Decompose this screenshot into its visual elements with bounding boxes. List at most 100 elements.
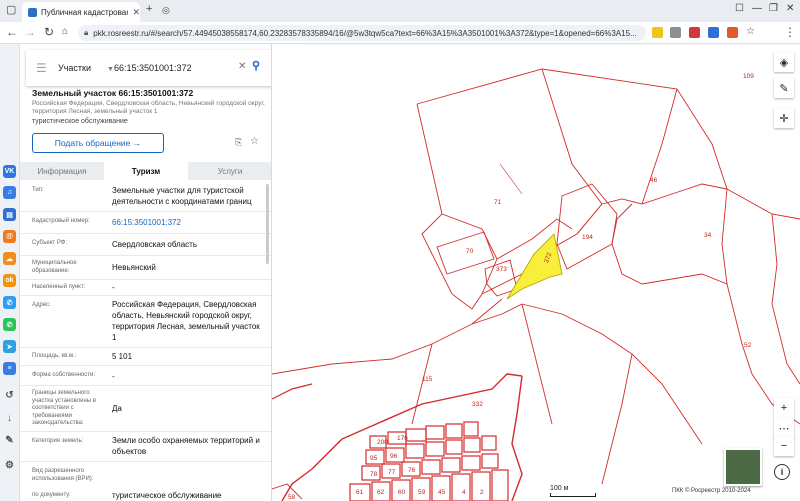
forward-icon[interactable]: →	[24, 25, 36, 39]
parcel-block[interactable]	[425, 441, 445, 457]
parcel-block[interactable]	[491, 469, 509, 501]
list-icon[interactable]: ≡	[3, 362, 16, 375]
search-icon[interactable]: ⚲	[252, 59, 260, 72]
parcel-label-76: 76	[408, 467, 416, 474]
parcel-block[interactable]	[421, 459, 441, 475]
search-input[interactable]	[114, 58, 234, 78]
stats-icon[interactable]: ▤	[3, 208, 16, 221]
tab-information[interactable]: Информация	[20, 162, 104, 180]
selected-parcel-372[interactable]	[506, 233, 563, 300]
history-icon[interactable]: ↺	[3, 389, 16, 402]
more-options-icon[interactable]: ⋯	[774, 418, 794, 438]
address-bar[interactable]: 🔒︎ pkk.rosreestr.ru/#/search/57.44945038…	[78, 25, 646, 41]
browser-tab[interactable]: Публичная кадастровая ка ✕	[22, 2, 140, 22]
parcel-block[interactable]	[425, 425, 445, 440]
bookmarks-icon[interactable]: ☐	[735, 3, 744, 14]
parcel-block[interactable]	[463, 421, 479, 437]
settings-icon[interactable]: ⚙	[3, 459, 16, 472]
layer-select[interactable]: Участки ▼	[58, 63, 114, 73]
tab-services[interactable]: Услуги	[188, 162, 271, 180]
download-icon[interactable]: ↓	[3, 412, 16, 425]
parcel-block[interactable]	[463, 437, 481, 453]
parcel-label-52: 52	[744, 342, 752, 349]
parcel-label-46: 46	[650, 177, 658, 184]
parcel-boundary	[601, 353, 633, 485]
zoom-out-button[interactable]: −	[774, 436, 794, 456]
parcel-block[interactable]	[471, 471, 491, 501]
panel-scrollbar[interactable]	[266, 184, 269, 264]
new-tab-button[interactable]: +	[146, 3, 152, 15]
mail-icon[interactable]: @	[3, 230, 16, 243]
parcel-block[interactable]	[481, 435, 497, 451]
row-label: Категория земель:	[32, 438, 84, 444]
parcel-label-62: 62	[377, 489, 385, 496]
scale-label: 100 м	[550, 485, 569, 492]
parcel-block[interactable]	[441, 457, 461, 473]
extension-red-icon[interactable]	[689, 27, 700, 38]
back-icon[interactable]: ←	[6, 25, 18, 39]
map-scale: 100 м	[550, 485, 596, 497]
cadastral-number-link[interactable]: 66:15:3501001:372	[112, 217, 262, 228]
close-window-icon[interactable]: ✕	[786, 3, 794, 14]
row-label: Населенный пункт:	[32, 284, 86, 290]
phone-icon[interactable]: ✆	[3, 296, 16, 309]
parcel-label-176: 176	[397, 435, 408, 442]
parcel-block[interactable]	[445, 423, 463, 439]
star-icon[interactable]: ☆	[746, 27, 757, 38]
close-tab-icon[interactable]: ✕	[132, 7, 140, 18]
hamburger-icon[interactable]: ☰	[36, 61, 47, 75]
parcel-block[interactable]	[405, 428, 427, 442]
menu-icon[interactable]: ⋮	[784, 25, 796, 39]
submit-appeal-button[interactable]: Подать обращение →	[32, 133, 164, 153]
row-value: -	[112, 283, 115, 292]
parcel-boundary	[576, 203, 603, 235]
favorite-star-icon[interactable]: ☆	[250, 136, 259, 147]
ruler-icon[interactable]: ✎	[774, 78, 794, 98]
info-icon[interactable]: i	[774, 464, 790, 480]
telegram-icon[interactable]: ➤	[3, 340, 16, 353]
reload-icon[interactable]: ↻	[44, 25, 54, 39]
map-copyright: ПКК © Росреестр 2010-2024	[672, 488, 751, 494]
ok-icon[interactable]: ok	[3, 274, 16, 287]
minimize-icon[interactable]: —	[752, 3, 762, 14]
whatsapp-icon[interactable]: ✆	[3, 318, 16, 331]
layers-icon[interactable]: ◈	[774, 52, 794, 72]
parcel-block[interactable]	[405, 443, 425, 459]
parcel-block[interactable]	[461, 455, 481, 471]
home-icon[interactable]: ⌂	[62, 26, 68, 37]
tab-tourism[interactable]: Туризм	[104, 162, 188, 180]
parcel-label-45: 45	[438, 489, 446, 496]
parcel-label-60: 60	[398, 489, 406, 496]
satellite-basemap-toggle[interactable]	[724, 448, 762, 486]
incognito-icon[interactable]: ◎	[162, 5, 170, 16]
locate-icon[interactable]: ✛	[774, 108, 794, 128]
tab-list-icon[interactable]: ▢	[6, 3, 16, 16]
extension-icon[interactable]	[670, 27, 681, 38]
settlement-boundary	[341, 373, 523, 440]
cadastral-map[interactable]: 109 46 71 194 34 70 373 372 52 115 332 5…	[272, 44, 800, 501]
parcel-block[interactable]	[445, 439, 463, 455]
document-search-icon[interactable]: ⎘	[235, 137, 242, 148]
clear-search-icon[interactable]: ✕	[238, 61, 246, 72]
parcel-label-194: 194	[582, 234, 593, 241]
parcel-label-200: 200	[377, 439, 388, 446]
maximize-icon[interactable]: ❐	[769, 3, 778, 14]
zoom-in-button[interactable]: +	[774, 398, 794, 418]
parcel-boundary	[521, 303, 703, 445]
tab-strip: ▢ Публичная кадастровая ка ✕ + ◎ ☐ — ❐ ✕	[0, 0, 800, 22]
extension-key-icon[interactable]	[652, 27, 663, 38]
parcel-block[interactable]	[451, 473, 471, 501]
translate-icon[interactable]	[708, 27, 719, 38]
pin-icon[interactable]: ✎	[3, 434, 16, 447]
music-icon[interactable]: ♫	[3, 186, 16, 199]
parcel-block[interactable]	[481, 453, 499, 469]
extension-orange-icon[interactable]	[727, 27, 738, 38]
cloud-icon[interactable]: ☁	[3, 252, 16, 265]
parcel-194[interactable]	[556, 183, 618, 270]
parcel-label-2: 2	[480, 489, 484, 496]
map-canvas[interactable]: 109 46 71 194 34 70 373 372 52 115 332 5…	[272, 44, 800, 501]
boundary-line	[499, 163, 523, 195]
row-permitted-use: Вид разрешенного использования (ВРИ):	[20, 462, 271, 484]
row-value: 5 101	[112, 352, 133, 361]
vk-icon[interactable]: VK	[3, 165, 16, 178]
